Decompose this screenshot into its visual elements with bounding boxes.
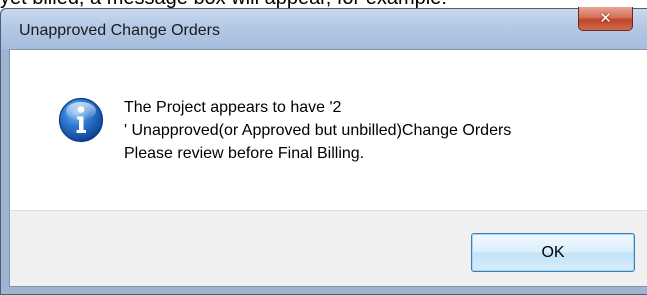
dialog-title: Unapproved Change Orders	[19, 22, 221, 39]
screenshot: yet billed, a message box will appear, f…	[0, 0, 647, 295]
title-bar[interactable]: Unapproved Change Orders ✕	[1, 7, 647, 49]
message-box-dialog: Unapproved Change Orders ✕ The Project a…	[0, 7, 647, 295]
message-line: ' Unapproved(or Approved but unbilled)Ch…	[124, 122, 512, 139]
message-area: The Project appears to have '2 ' Unappro…	[10, 50, 647, 210]
close-icon: ✕	[599, 9, 612, 27]
dialog-client-area: The Project appears to have '2 ' Unappro…	[9, 49, 647, 287]
message-line: Please review before Final Billing.	[124, 145, 365, 162]
close-button[interactable]: ✕	[578, 7, 633, 31]
ok-button[interactable]: OK	[471, 233, 635, 272]
message-line: The Project appears to have '2	[124, 99, 342, 116]
message-text: The Project appears to have '2 ' Unappro…	[124, 96, 511, 165]
button-area: OK	[10, 210, 647, 286]
information-icon	[58, 97, 104, 143]
